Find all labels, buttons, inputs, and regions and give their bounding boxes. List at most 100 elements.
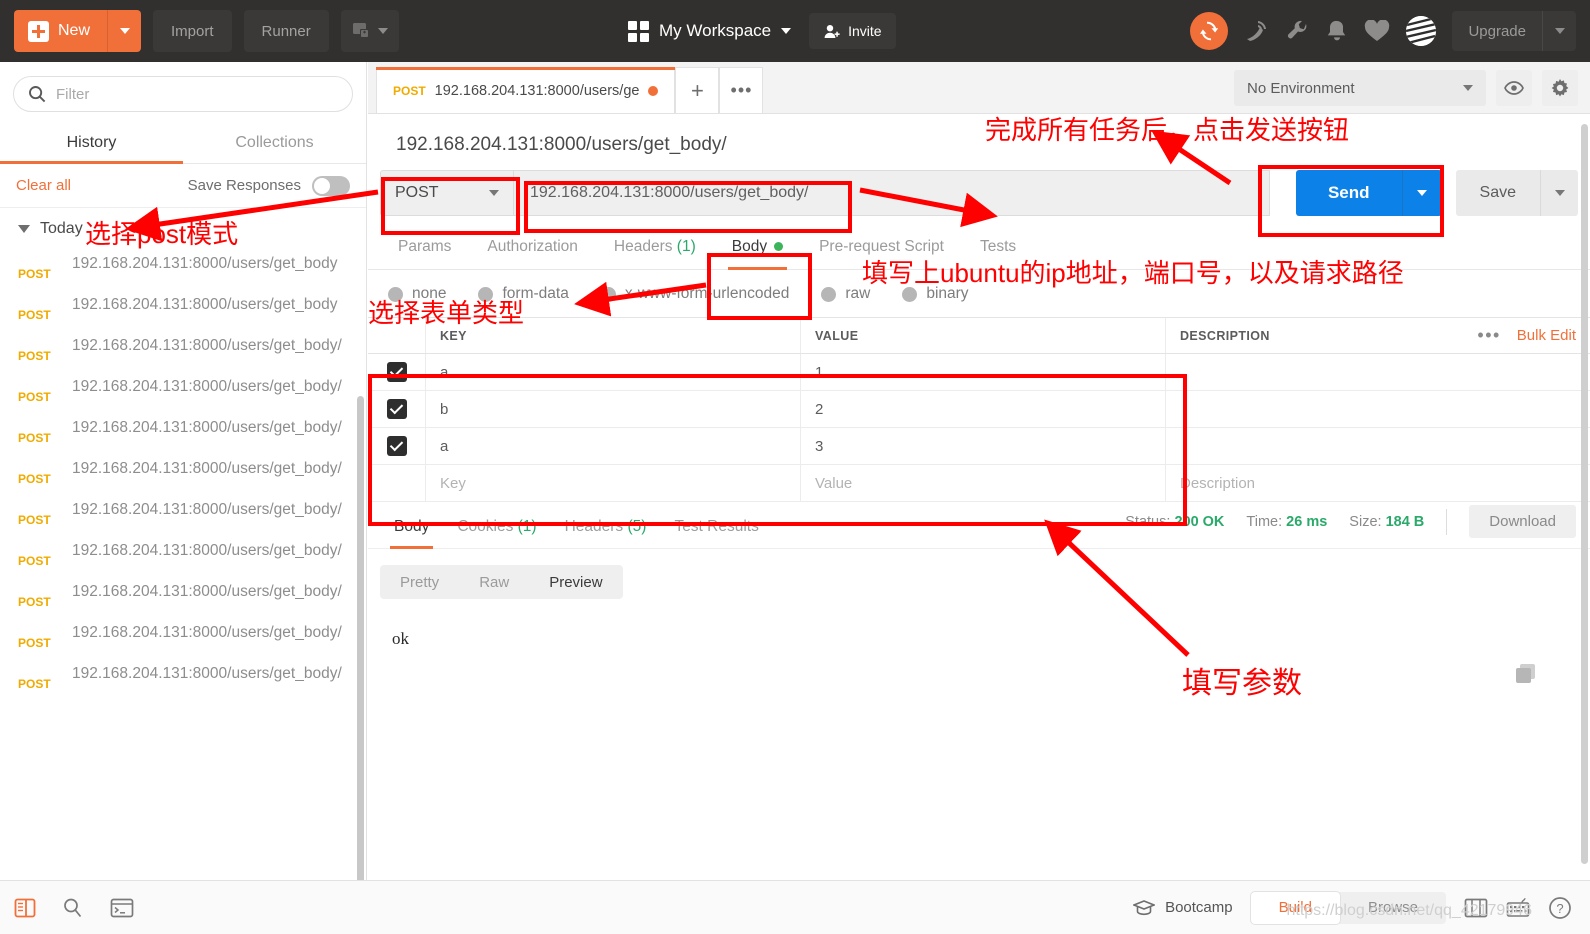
table-row[interactable]: a3	[368, 428, 1590, 465]
save-dropdown-caret[interactable]	[1540, 170, 1578, 216]
keyboard-icon[interactable]	[1506, 897, 1530, 918]
history-group-today[interactable]: Today	[0, 208, 366, 246]
row-checkbox[interactable]	[368, 465, 426, 501]
response-tab-cookies[interactable]: Cookies (1)	[443, 518, 550, 548]
ellipsis-icon[interactable]: •••	[1477, 325, 1500, 346]
row-value-cell[interactable]: 2	[801, 391, 1166, 427]
invite-button[interactable]: Invite	[809, 13, 896, 49]
list-item[interactable]: POST 192.168.204.131:8000/users/get_body/	[0, 369, 366, 410]
environment-select[interactable]: No Environment	[1234, 70, 1486, 106]
body-type-raw[interactable]: raw	[821, 285, 870, 303]
new-tab-button[interactable]: +	[675, 67, 720, 113]
row-checkbox[interactable]	[368, 391, 426, 427]
placeholder-key-cell[interactable]: Key	[426, 465, 801, 501]
list-item[interactable]: POST 192.168.204.131:8000/users/get_body/	[0, 492, 366, 533]
url-input[interactable]: 192.168.204.131:8000/users/get_body/	[514, 170, 1270, 216]
tab-tests[interactable]: Tests	[962, 238, 1034, 269]
placeholder-description-cell[interactable]: Description	[1166, 465, 1590, 501]
row-description-cell[interactable]	[1166, 354, 1590, 390]
new-button-main[interactable]: New	[14, 10, 107, 52]
tab-headers[interactable]: Headers (1)	[596, 238, 714, 269]
bell-icon[interactable]	[1326, 19, 1348, 43]
search-icon[interactable]	[62, 897, 84, 919]
sidebar-icon[interactable]	[14, 897, 36, 919]
import-button[interactable]: Import	[153, 10, 232, 52]
send-button[interactable]: Send	[1295, 170, 1402, 216]
list-item[interactable]: POST 192.168.204.131:8000/users/get_body/	[0, 410, 366, 451]
save-responses-control[interactable]: Save Responses	[188, 175, 350, 196]
list-item[interactable]: POST 192.168.204.131:8000/users/get_body/	[0, 533, 366, 574]
avatar[interactable]	[1406, 16, 1437, 46]
save-button[interactable]: Save	[1455, 170, 1540, 216]
list-item[interactable]: POST 192.168.204.131:8000/users/get_body/	[0, 328, 366, 369]
list-item[interactable]: POST 192.168.204.131:8000/users/get_body/	[0, 451, 366, 492]
method-select[interactable]: POST	[380, 170, 514, 216]
list-item[interactable]: POST 192.168.204.131:8000/users/get_body/	[0, 656, 366, 697]
help-icon[interactable]: ?	[1548, 896, 1572, 920]
row-checkbox[interactable]	[368, 354, 426, 390]
view-mode-raw[interactable]: Raw	[459, 565, 529, 599]
list-item[interactable]: POST 192.168.204.131:8000/users/get_body/	[0, 574, 366, 615]
row-description-cell[interactable]	[1166, 391, 1590, 427]
row-description-cell[interactable]	[1166, 428, 1590, 464]
upgrade-dropdown-caret[interactable]	[1542, 11, 1576, 51]
save-responses-toggle[interactable]	[312, 175, 350, 196]
search-input[interactable]: Filter	[13, 76, 353, 112]
settings-button[interactable]	[1542, 70, 1578, 106]
tab-history[interactable]: History	[0, 122, 183, 164]
tab-params[interactable]: Params	[380, 238, 469, 269]
sync-button[interactable]	[1190, 12, 1229, 50]
body-type-x-www-form-urlencoded[interactable]: x-www-form-urlencoded	[600, 285, 789, 303]
bottom-segment-build[interactable]: Build	[1250, 891, 1340, 924]
view-mode-pretty[interactable]: Pretty	[380, 565, 459, 599]
download-button[interactable]: Download	[1469, 505, 1576, 538]
response-tab-body[interactable]: Body	[380, 518, 443, 549]
view-mode-preview[interactable]: Preview	[529, 565, 622, 599]
clear-all-button[interactable]: Clear all	[16, 177, 71, 194]
tab-collections[interactable]: Collections	[183, 122, 366, 163]
tab-authorization[interactable]: Authorization	[469, 238, 595, 269]
table-row[interactable]: b2	[368, 391, 1590, 428]
list-item[interactable]: POST 192.168.204.131:8000/users/get_body	[0, 287, 366, 328]
new-window-button[interactable]	[340, 10, 399, 52]
satellite-icon[interactable]	[1244, 19, 1270, 43]
sidebar-scrollbar[interactable]	[357, 396, 364, 886]
heart-icon[interactable]	[1364, 20, 1390, 42]
list-item[interactable]: POST 192.168.204.131:8000/users/get_body/	[0, 615, 366, 656]
environment-quick-look-button[interactable]	[1496, 70, 1532, 106]
bulk-edit-button[interactable]: Bulk Edit	[1517, 327, 1576, 344]
runner-button[interactable]: Runner	[243, 10, 329, 52]
response-tab-headers[interactable]: Headers (5)	[551, 518, 661, 548]
new-button[interactable]: New	[14, 10, 142, 52]
body-type-none[interactable]: none	[388, 285, 446, 303]
wrench-icon[interactable]	[1286, 19, 1310, 43]
history-list[interactable]: POST 192.168.204.131:8000/users/get_body P…	[0, 246, 366, 886]
body-type-binary[interactable]: binary	[902, 285, 969, 303]
bottom-segment-browse[interactable]: Browse	[1340, 892, 1446, 924]
workspace-selector[interactable]: My Workspace Invite	[628, 0, 896, 62]
row-value-cell[interactable]: 1	[801, 354, 1166, 390]
copy-icon[interactable]	[1514, 662, 1538, 686]
row-key-cell[interactable]: a	[426, 428, 801, 464]
tab-body[interactable]: Body	[714, 238, 801, 270]
row-key-cell[interactable]: a	[426, 354, 801, 390]
send-dropdown-caret[interactable]	[1401, 170, 1442, 216]
row-key-cell[interactable]: b	[426, 391, 801, 427]
response-tab-test-results[interactable]: Test Results	[660, 518, 772, 548]
request-tab-active[interactable]: POST 192.168.204.131:8000/users/ge	[376, 67, 676, 113]
bootcamp-button[interactable]: Bootcamp	[1133, 899, 1233, 916]
console-icon[interactable]	[110, 898, 134, 918]
row-value-cell[interactable]: 3	[801, 428, 1166, 464]
tab-options-button[interactable]: •••	[719, 67, 764, 113]
table-row[interactable]: a1	[368, 354, 1590, 391]
placeholder-value-cell[interactable]: Value	[801, 465, 1166, 501]
table-row-placeholder[interactable]: Key Value Description	[368, 465, 1590, 502]
tab-pre-request-script[interactable]: Pre-request Script	[801, 238, 962, 269]
upgrade-button[interactable]: Upgrade	[1452, 11, 1576, 51]
main-scrollbar[interactable]	[1581, 124, 1588, 864]
new-dropdown-caret[interactable]	[107, 10, 141, 52]
window-icon[interactable]	[1464, 898, 1488, 918]
list-item[interactable]: POST 192.168.204.131:8000/users/get_body	[0, 246, 366, 287]
body-type-form-data[interactable]: form-data	[478, 285, 569, 303]
row-checkbox[interactable]	[368, 428, 426, 464]
